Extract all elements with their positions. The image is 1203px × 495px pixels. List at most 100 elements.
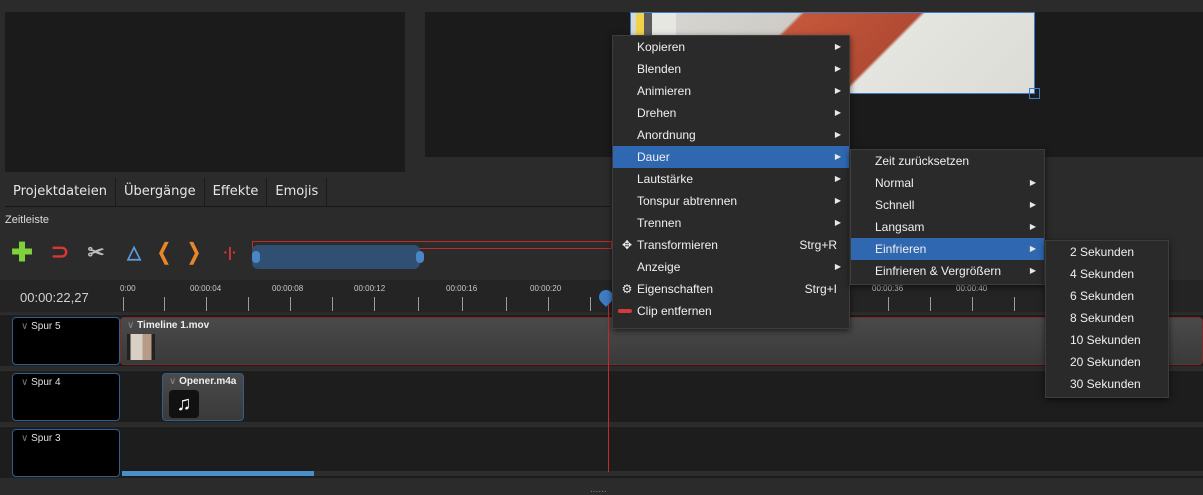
zoom-handle-left[interactable] xyxy=(252,251,260,263)
menu-item-langsam[interactable]: Langsam ▶ xyxy=(851,216,1044,238)
menu-item-label: Clip entfernen xyxy=(637,304,712,318)
center-playhead-icon[interactable]: ·|· xyxy=(218,240,242,264)
menu-item-label: 8 Sekunden xyxy=(1070,311,1135,325)
menu-item-anzeige[interactable]: Anzeige ▶ xyxy=(613,256,849,278)
submenu-arrow-icon: ▶ xyxy=(834,42,841,51)
menu-item-trennen[interactable]: Trennen ▶ xyxy=(613,212,849,234)
menu-item-transformieren[interactable]: ✥ Transformieren Strg+R xyxy=(613,234,849,256)
menu-item-anordnung[interactable]: Anordnung ▶ xyxy=(613,124,849,146)
ruler-tick xyxy=(590,297,591,311)
submenu-arrow-icon: ▶ xyxy=(834,218,841,227)
ruler-tick xyxy=(462,297,463,311)
ruler-tick xyxy=(418,297,419,311)
remove-icon xyxy=(618,309,632,313)
tab-emojis[interactable]: Emojis xyxy=(267,178,328,206)
menu-item-20-sekunden[interactable]: 20 Sekunden xyxy=(1046,351,1168,373)
timecode-display: 00:00:22,27 xyxy=(20,290,89,305)
menu-item-label: Animieren xyxy=(637,84,692,98)
razor-icon[interactable]: ✂ xyxy=(84,240,108,264)
menu-item-einfrieren-vergroessern[interactable]: Einfrieren & Vergrößern ▶ xyxy=(851,260,1044,282)
add-marker-icon[interactable]: △ xyxy=(122,240,146,264)
tabs-divider xyxy=(5,206,610,207)
menu-item-schnell[interactable]: Schnell ▶ xyxy=(851,194,1044,216)
menu-item-eigenschaften[interactable]: ⚙ Eigenschaften Strg+I xyxy=(613,278,849,300)
einfrieren-submenu: 2 Sekunden 4 Sekunden 6 Sekunden 8 Sekun… xyxy=(1045,240,1169,398)
menu-item-label: Eigenschaften xyxy=(637,282,714,296)
menu-item-2-sekunden[interactable]: 2 Sekunden xyxy=(1046,241,1168,263)
menu-item-6-sekunden[interactable]: 6 Sekunden xyxy=(1046,285,1168,307)
menu-item-label: Einfrieren & Vergrößern xyxy=(875,264,1002,278)
ruler-label: 00:00:40 xyxy=(956,284,988,293)
ruler-tick xyxy=(888,297,889,311)
track-row[interactable]: Spur 4 Opener.m4a ♫ xyxy=(0,370,1203,422)
clip-context-menu: Kopieren ▶ Blenden ▶ Animieren ▶ Drehen ▶ An… xyxy=(612,35,850,329)
previous-marker-icon[interactable]: ❬ xyxy=(152,239,176,264)
tab-project-files[interactable]: Projektdateien xyxy=(5,178,117,206)
submenu-arrow-icon: ▶ xyxy=(834,108,841,117)
menu-item-10-sekunden[interactable]: 10 Sekunden xyxy=(1046,329,1168,351)
submenu-arrow-icon: ▶ xyxy=(1029,266,1036,275)
track-header[interactable]: Spur 4 xyxy=(12,373,120,421)
menu-item-einfrieren[interactable]: Einfrieren ▶ xyxy=(851,238,1044,260)
tab-effects[interactable]: Effekte xyxy=(205,178,268,206)
menu-item-dauer[interactable]: Dauer ▶ xyxy=(613,146,849,168)
menu-item-zeit-zuruecksetzen[interactable]: Zeit zurücksetzen xyxy=(851,150,1044,172)
submenu-arrow-icon: ▶ xyxy=(834,130,841,139)
menu-item-8-sekunden[interactable]: 8 Sekunden xyxy=(1046,307,1168,329)
track-label: Spur 3 xyxy=(21,433,60,444)
menu-item-label: Normal xyxy=(875,176,914,190)
menu-item-label: Drehen xyxy=(637,106,677,120)
timeline-horizontal-scrollbar[interactable] xyxy=(122,471,1203,476)
ruler-label: 00:00:04 xyxy=(190,284,222,293)
ruler-tick xyxy=(930,297,931,311)
menu-item-label: Einfrieren xyxy=(875,242,927,256)
dauer-submenu: Zeit zurücksetzen Normal ▶ Schnell ▶ Langs… xyxy=(850,149,1045,285)
ruler-tick xyxy=(374,297,375,311)
menu-shortcut: Strg+I xyxy=(804,282,837,296)
ruler-tick xyxy=(506,297,507,311)
menu-item-normal[interactable]: Normal ▶ xyxy=(851,172,1044,194)
ruler-tick xyxy=(332,297,333,311)
menu-item-label: Trennen xyxy=(637,216,682,230)
timeline-zoom-slider[interactable] xyxy=(252,245,424,269)
track-label: Spur 4 xyxy=(21,377,60,388)
menu-item-kopieren[interactable]: Kopieren ▶ xyxy=(613,36,849,58)
menu-item-30-sekunden[interactable]: 30 Sekunden xyxy=(1046,373,1168,395)
menu-item-label: 4 Sekunden xyxy=(1070,267,1135,281)
zoom-handle-right[interactable] xyxy=(416,251,424,263)
ruler-label: 00:00:36 xyxy=(872,284,904,293)
menu-item-lautstaerke[interactable]: Lautstärke ▶ xyxy=(613,168,849,190)
menu-item-label: Anzeige xyxy=(637,260,681,274)
track-row[interactable]: Spur 5 Timeline 1.mov xyxy=(0,314,1203,366)
menu-item-clip-entfernen[interactable]: Clip entfernen xyxy=(613,300,849,322)
menu-item-drehen[interactable]: Drehen ▶ xyxy=(613,102,849,124)
menu-item-animieren[interactable]: Animieren ▶ xyxy=(613,80,849,102)
ruler-label: 0:00 xyxy=(120,284,136,293)
menu-item-4-sekunden[interactable]: 4 Sekunden xyxy=(1046,263,1168,285)
menu-item-label: Dauer xyxy=(637,150,670,164)
menu-item-label: Blenden xyxy=(637,62,682,76)
track-header[interactable]: Spur 3 xyxy=(12,429,120,477)
ruler-tick xyxy=(123,297,124,311)
menu-item-blenden[interactable]: Blenden ▶ xyxy=(613,58,849,80)
clip-thumbnail xyxy=(127,334,155,360)
snap-magnet-icon[interactable]: ⊃ xyxy=(48,239,72,264)
menu-item-label: Zeit zurücksetzen xyxy=(875,154,970,168)
submenu-arrow-icon: ▶ xyxy=(834,174,841,183)
timeline-clip[interactable]: Opener.m4a ♫ xyxy=(162,373,244,421)
transform-handle[interactable] xyxy=(1029,88,1040,99)
add-track-icon[interactable]: ✚ xyxy=(10,237,34,267)
menu-item-tonspur-abtrennen[interactable]: Tonspur abtrennen ▶ xyxy=(613,190,849,212)
menu-item-label: Anordnung xyxy=(637,128,696,142)
ruler-tick xyxy=(1014,297,1015,311)
ruler-tick xyxy=(972,297,973,311)
tab-transitions[interactable]: Übergänge xyxy=(116,178,205,206)
resize-grip[interactable]: ...... xyxy=(590,484,607,495)
next-marker-icon[interactable]: ❭ xyxy=(182,239,206,264)
scrollbar-thumb[interactable] xyxy=(122,471,314,476)
menu-item-label: Langsam xyxy=(875,220,925,234)
submenu-arrow-icon: ▶ xyxy=(834,262,841,271)
track-header[interactable]: Spur 5 xyxy=(12,317,120,365)
submenu-arrow-icon: ▶ xyxy=(1029,222,1036,231)
ruler-tick xyxy=(290,297,291,311)
